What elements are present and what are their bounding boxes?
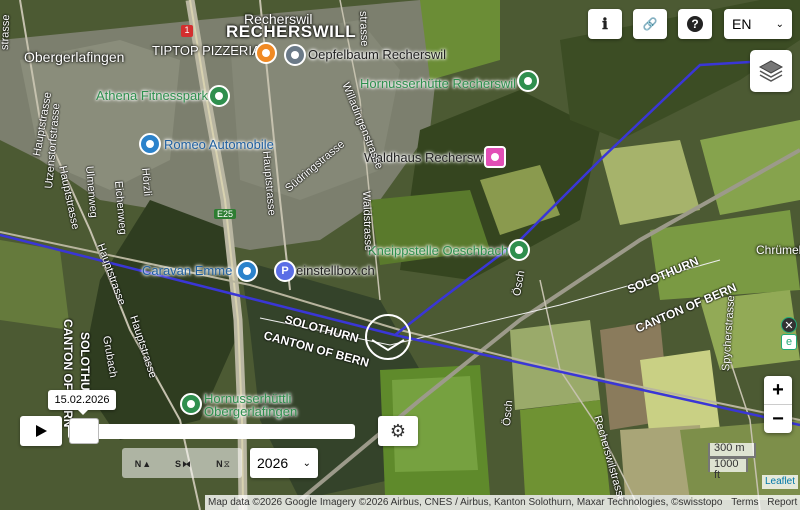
- poi-kneipp: Kneippstelle Oeschbach: [368, 243, 509, 258]
- year-select[interactable]: 2026 ⌄: [250, 448, 318, 478]
- poi-athena: Athena Fitnesspark: [96, 88, 209, 103]
- gear-icon: ⚙: [389, 420, 407, 441]
- date-tooltip: 15.02.2026: [48, 390, 116, 415]
- place-chruemel: Chrümel: [756, 243, 800, 257]
- scale-imperial: 1000 ft: [708, 457, 748, 481]
- play-button[interactable]: [20, 416, 62, 446]
- road-shield-e25: E25: [214, 209, 237, 219]
- language-select[interactable]: EN ⌄: [724, 9, 792, 39]
- pizza-icon[interactable]: [255, 42, 277, 64]
- poi-romeo: Romeo Automobile: [164, 137, 274, 152]
- play-icon: [36, 425, 47, 437]
- language-value: EN: [732, 16, 752, 32]
- split-view-icon[interactable]: S ⧓: [170, 452, 196, 476]
- timeline-slider-handle[interactable]: [69, 418, 99, 444]
- place-marker-icon[interactable]: [284, 44, 306, 66]
- poi-hornusserhuettli: Hornusserhüttli Obergerlafingen: [204, 391, 298, 419]
- street-strasse-top-1: strasse: [357, 10, 371, 47]
- parking-icon[interactable]: P: [274, 260, 296, 282]
- zoom-out-button[interactable]: −: [764, 405, 792, 433]
- layers-button[interactable]: [750, 50, 792, 92]
- poi-einstellbox: einstellbox.ch: [296, 263, 375, 278]
- link-button[interactable]: 🔗: [633, 9, 667, 39]
- lodging-marker-icon[interactable]: [484, 146, 506, 168]
- terms-link[interactable]: Terms: [731, 497, 758, 508]
- hornusser-marker-icon[interactable]: [180, 393, 202, 415]
- link-icon: 🔗: [642, 17, 658, 31]
- attribution-text: Map data ©2026 Google Imagery ©2026 Airb…: [208, 497, 723, 508]
- fitness-marker-icon[interactable]: [208, 85, 230, 107]
- scale-metric: 300 m: [708, 443, 756, 458]
- canton-bern-vertical: CANTON OF BERN: [61, 319, 75, 428]
- street-strasse-top-2: strasse: [0, 14, 13, 51]
- street-hoerzli: Hörzli: [139, 167, 154, 197]
- caravan-marker-icon[interactable]: [236, 260, 258, 282]
- poi-hornusserhuette: Hornusserhütte Recherswil: [360, 76, 517, 91]
- street-waldstrasse: Waldstrasse: [360, 190, 375, 252]
- tree-marker-icon[interactable]: [517, 70, 539, 92]
- help-icon: ?: [687, 16, 703, 32]
- zoom-in-button[interactable]: +: [764, 376, 792, 405]
- year-value: 2026: [257, 455, 289, 471]
- layers-icon: [758, 60, 784, 82]
- leaflet-link[interactable]: Leaflet: [762, 475, 799, 489]
- shop-marker-icon[interactable]: [139, 133, 161, 155]
- place-recherswil: Recherswil: [244, 11, 313, 27]
- north-arrow-icon[interactable]: N ▲: [130, 452, 156, 476]
- poi-caravan: Caravan Emme: [142, 263, 233, 278]
- e-icon[interactable]: e: [781, 334, 797, 350]
- help-button[interactable]: ?: [678, 9, 712, 39]
- compare-view-icon[interactable]: N ⧖: [210, 452, 236, 476]
- info-button[interactable]: ℹ: [588, 9, 622, 39]
- poi-oepfelbaum: Oepfelbaum Recherswil: [308, 47, 447, 62]
- chevron-down-icon: ⌄: [775, 18, 784, 30]
- timeline-track[interactable]: [68, 424, 355, 439]
- report-link[interactable]: Report a map error: [767, 497, 800, 508]
- settings-button[interactable]: ⚙: [378, 416, 418, 446]
- attribution-bar: Map data ©2026 Google Imagery ©2026 Airb…: [205, 495, 800, 510]
- street-osch-2: Ösch: [501, 399, 516, 427]
- zoom-control: + −: [764, 376, 792, 433]
- poi-tiptop-pizzeria: TIPTOP PIZZERIA: [152, 43, 261, 58]
- road-shield-1: 1: [181, 25, 193, 37]
- close-icon[interactable]: ✕: [781, 317, 797, 333]
- park-marker-icon[interactable]: [508, 239, 530, 261]
- chevron-down-icon: ⌄: [302, 457, 311, 469]
- info-icon: ℹ: [602, 16, 608, 33]
- place-obergerlafingen: Obergerlafingen: [24, 49, 125, 65]
